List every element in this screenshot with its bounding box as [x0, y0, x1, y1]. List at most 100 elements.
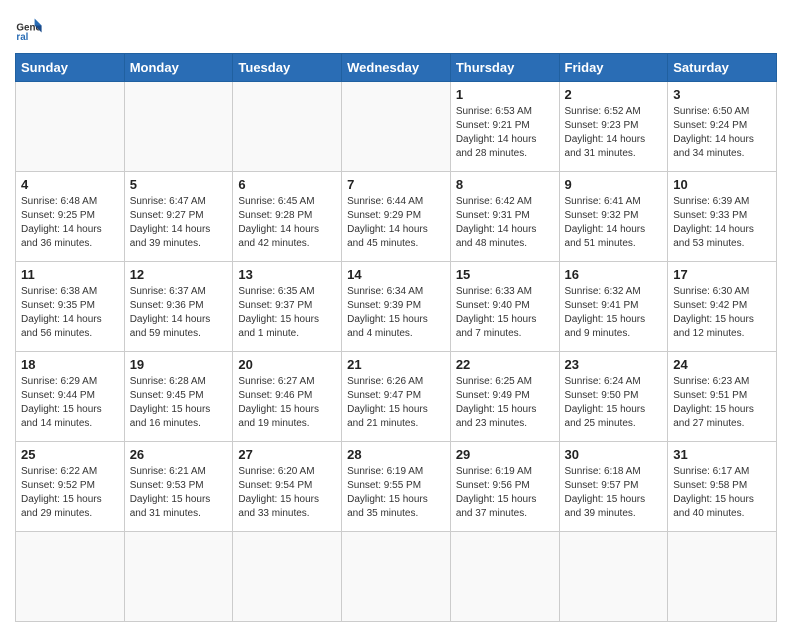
calendar-cell: 10 Sunrise: 6:39 AM Sunset: 9:33 PM Dayli… [668, 172, 777, 262]
calendar-cell [16, 82, 125, 172]
calendar-cell: 25Sunrise: 6:22 AM Sunset: 9:52 PM Dayli… [16, 442, 125, 532]
calendar-cell: 30 Sunrise: 6:18 AM Sunset: 9:57 PM Dayli… [559, 442, 668, 532]
weekday-friday: Friday [559, 54, 668, 82]
weekday-saturday: Saturday [668, 54, 777, 82]
page-header: Gene ral [15, 15, 777, 43]
day-info: Sunrise: 6:20 AM Sunset: 9:54 PM Dayligh… [238, 465, 336, 521]
day-number: 16 [565, 267, 663, 282]
day-number: 22 [456, 357, 554, 372]
weekday-header-row: SundayMondayTuesdayWednesdayThursdayFrid… [16, 54, 777, 82]
calendar-cell: 15 Sunrise: 6:33 AM Sunset: 9:40 PM Dayli… [450, 262, 559, 352]
day-info: Sunrise: 6:41 AM Sunset: 9:32 PM Dayligh… [565, 195, 663, 251]
day-number: 30 [565, 447, 663, 462]
calendar-cell: 6 Sunrise: 6:45 AM Sunset: 9:28 PM Daylig… [233, 172, 342, 262]
calendar-cell: 19 Sunrise: 6:28 AM Sunset: 9:45 PM Dayli… [124, 352, 233, 442]
day-info: Sunrise: 6:28 AM Sunset: 9:45 PM Dayligh… [130, 375, 228, 431]
calendar-table: SundayMondayTuesdayWednesdayThursdayFrid… [15, 53, 777, 622]
day-info: Sunrise: 6:21 AM Sunset: 9:53 PM Dayligh… [130, 465, 228, 521]
weekday-wednesday: Wednesday [342, 54, 451, 82]
calendar-cell: 1 Sunrise: 6:53 AM Sunset: 9:21 PM Daylig… [450, 82, 559, 172]
day-number: 1 [456, 87, 554, 102]
day-info: Sunrise: 6:19 AM Sunset: 9:55 PM Dayligh… [347, 465, 445, 521]
logo: Gene ral [15, 15, 47, 43]
day-info: Sunrise: 6:48 AM Sunset: 9:25 PM Dayligh… [21, 195, 119, 251]
weekday-thursday: Thursday [450, 54, 559, 82]
calendar-cell: 16 Sunrise: 6:32 AM Sunset: 9:41 PM Dayli… [559, 262, 668, 352]
day-number: 5 [130, 177, 228, 192]
day-info: Sunrise: 6:47 AM Sunset: 9:27 PM Dayligh… [130, 195, 228, 251]
svg-text:ral: ral [16, 32, 28, 43]
calendar-cell [233, 532, 342, 622]
day-info: Sunrise: 6:38 AM Sunset: 9:35 PM Dayligh… [21, 285, 119, 341]
day-number: 13 [238, 267, 336, 282]
day-number: 21 [347, 357, 445, 372]
day-info: Sunrise: 6:33 AM Sunset: 9:40 PM Dayligh… [456, 285, 554, 341]
weekday-sunday: Sunday [16, 54, 125, 82]
day-number: 11 [21, 267, 119, 282]
day-info: Sunrise: 6:18 AM Sunset: 9:57 PM Dayligh… [565, 465, 663, 521]
calendar-cell: 23 Sunrise: 6:24 AM Sunset: 9:50 PM Dayli… [559, 352, 668, 442]
calendar-body: 1 Sunrise: 6:53 AM Sunset: 9:21 PM Daylig… [16, 82, 777, 622]
calendar-cell [124, 532, 233, 622]
calendar-row: 11 Sunrise: 6:38 AM Sunset: 9:35 PM Dayli… [16, 262, 777, 352]
day-info: Sunrise: 6:22 AM Sunset: 9:52 PM Dayligh… [21, 465, 119, 521]
day-number: 14 [347, 267, 445, 282]
calendar-cell: 31 Sunrise: 6:17 AM Sunset: 9:58 PM Dayli… [668, 442, 777, 532]
day-info: Sunrise: 6:32 AM Sunset: 9:41 PM Dayligh… [565, 285, 663, 341]
calendar-cell: 29 Sunrise: 6:19 AM Sunset: 9:56 PM Dayli… [450, 442, 559, 532]
day-number: 27 [238, 447, 336, 462]
day-info: Sunrise: 6:50 AM Sunset: 9:24 PM Dayligh… [673, 105, 771, 161]
calendar-row: 25Sunrise: 6:22 AM Sunset: 9:52 PM Dayli… [16, 442, 777, 532]
day-number: 19 [130, 357, 228, 372]
calendar-cell: 26Sunrise: 6:21 AM Sunset: 9:53 PM Dayli… [124, 442, 233, 532]
calendar-cell: 13Sunrise: 6:35 AM Sunset: 9:37 PM Dayli… [233, 262, 342, 352]
calendar-cell [233, 82, 342, 172]
day-number: 18 [21, 357, 119, 372]
day-number: 6 [238, 177, 336, 192]
calendar-cell: 21 Sunrise: 6:26 AM Sunset: 9:47 PM Dayli… [342, 352, 451, 442]
calendar-cell [124, 82, 233, 172]
calendar-cell: 22Sunrise: 6:25 AM Sunset: 9:49 PM Dayli… [450, 352, 559, 442]
day-info: Sunrise: 6:34 AM Sunset: 9:39 PM Dayligh… [347, 285, 445, 341]
calendar-cell [559, 532, 668, 622]
day-info: Sunrise: 6:27 AM Sunset: 9:46 PM Dayligh… [238, 375, 336, 431]
day-info: Sunrise: 6:53 AM Sunset: 9:21 PM Dayligh… [456, 105, 554, 161]
day-info: Sunrise: 6:39 AM Sunset: 9:33 PM Dayligh… [673, 195, 771, 251]
calendar-cell: 28Sunrise: 6:19 AM Sunset: 9:55 PM Dayli… [342, 442, 451, 532]
day-number: 3 [673, 87, 771, 102]
calendar-cell: 14 Sunrise: 6:34 AM Sunset: 9:39 PM Dayli… [342, 262, 451, 352]
logo-icon: Gene ral [15, 15, 43, 43]
day-number: 23 [565, 357, 663, 372]
day-info: Sunrise: 6:45 AM Sunset: 9:28 PM Dayligh… [238, 195, 336, 251]
weekday-tuesday: Tuesday [233, 54, 342, 82]
day-number: 24 [673, 357, 771, 372]
calendar-row: 1 Sunrise: 6:53 AM Sunset: 9:21 PM Daylig… [16, 82, 777, 172]
day-number: 15 [456, 267, 554, 282]
calendar-row [16, 532, 777, 622]
calendar-row: 18 Sunrise: 6:29 AM Sunset: 9:44 PM Dayli… [16, 352, 777, 442]
day-number: 4 [21, 177, 119, 192]
day-number: 12 [130, 267, 228, 282]
day-info: Sunrise: 6:37 AM Sunset: 9:36 PM Dayligh… [130, 285, 228, 341]
day-info: Sunrise: 6:26 AM Sunset: 9:47 PM Dayligh… [347, 375, 445, 431]
calendar-cell [342, 82, 451, 172]
calendar-cell [16, 532, 125, 622]
calendar-cell: 11 Sunrise: 6:38 AM Sunset: 9:35 PM Dayli… [16, 262, 125, 352]
day-info: Sunrise: 6:52 AM Sunset: 9:23 PM Dayligh… [565, 105, 663, 161]
day-number: 29 [456, 447, 554, 462]
calendar-cell: 9Sunrise: 6:41 AM Sunset: 9:32 PM Daylig… [559, 172, 668, 262]
calendar-cell: 18 Sunrise: 6:29 AM Sunset: 9:44 PM Dayli… [16, 352, 125, 442]
calendar-cell: 4 Sunrise: 6:48 AM Sunset: 9:25 PM Daylig… [16, 172, 125, 262]
day-number: 20 [238, 357, 336, 372]
calendar-cell: 8Sunrise: 6:42 AM Sunset: 9:31 PM Daylig… [450, 172, 559, 262]
day-number: 10 [673, 177, 771, 192]
day-info: Sunrise: 6:44 AM Sunset: 9:29 PM Dayligh… [347, 195, 445, 251]
day-info: Sunrise: 6:24 AM Sunset: 9:50 PM Dayligh… [565, 375, 663, 431]
day-info: Sunrise: 6:17 AM Sunset: 9:58 PM Dayligh… [673, 465, 771, 521]
day-info: Sunrise: 6:19 AM Sunset: 9:56 PM Dayligh… [456, 465, 554, 521]
calendar-cell: 20 Sunrise: 6:27 AM Sunset: 9:46 PM Dayli… [233, 352, 342, 442]
day-number: 31 [673, 447, 771, 462]
calendar-cell: 24Sunrise: 6:23 AM Sunset: 9:51 PM Dayli… [668, 352, 777, 442]
day-info: Sunrise: 6:29 AM Sunset: 9:44 PM Dayligh… [21, 375, 119, 431]
calendar-cell: 17Sunrise: 6:30 AM Sunset: 9:42 PM Dayli… [668, 262, 777, 352]
